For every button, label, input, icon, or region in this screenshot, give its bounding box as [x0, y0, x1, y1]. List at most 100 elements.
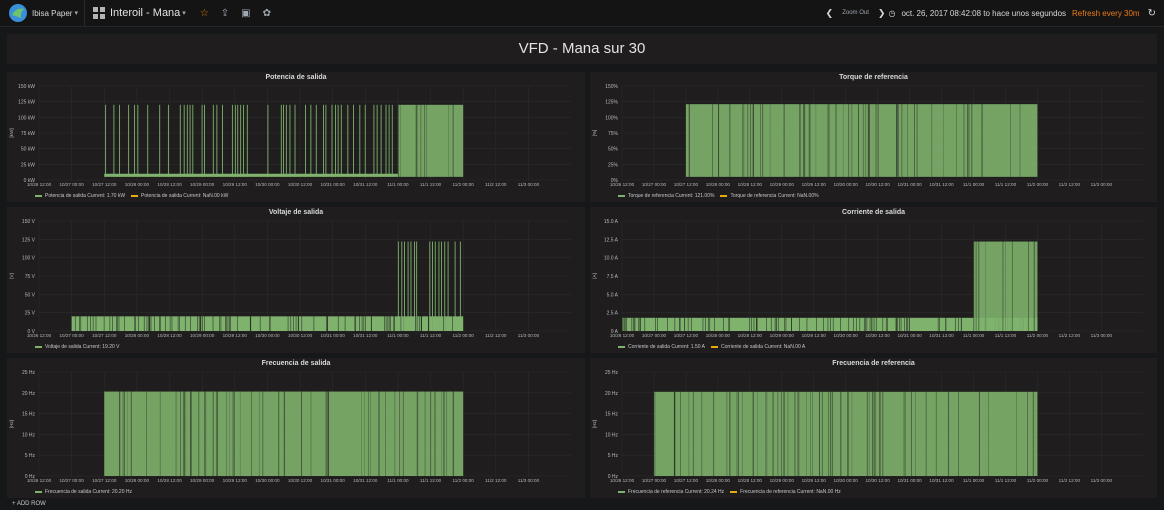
x-tick-label: 11/2 00:00 — [452, 478, 474, 483]
add-row-button[interactable]: + ADD ROW — [12, 501, 46, 507]
series-area — [104, 391, 464, 476]
settings-gear-icon[interactable]: ✿ — [263, 8, 271, 19]
graph-panel[interactable]: Torque de referencia 150% 125% 100% 75% 50% 25… — [590, 72, 1157, 202]
x-tick-label: 11/3 00:00 — [1091, 478, 1113, 483]
star-icon[interactable]: ☆ — [200, 8, 209, 19]
shift-forward-icon[interactable]: ❯ — [878, 8, 886, 19]
graph-panel[interactable]: Frecuencia de referencia 25 Hz 20 Hz 15 Hz 1… — [590, 358, 1157, 498]
y-tick-label: 10 Hz — [22, 432, 36, 438]
y-tick-label: 75% — [608, 131, 619, 137]
legend-label: Frecuencia de referencia Current: NaN.00… — [740, 489, 841, 495]
legend-item[interactable]: Voltaje de salida Current: 19.20 V — [35, 344, 120, 350]
legend-item[interactable]: Frecuencia de salida Current: 20.20 Hz — [35, 489, 132, 495]
y-tick-label: 50 kW — [21, 147, 35, 153]
x-tick-label: 10/28 00:00 — [706, 182, 731, 187]
x-tick-label: 10/29 00:00 — [770, 182, 795, 187]
time-range-label[interactable]: oct. 26, 2017 08:42:08 to hace unos segu… — [901, 9, 1066, 18]
refresh-icon[interactable]: ↻ — [1148, 8, 1156, 19]
y-tick-label: 100 V — [22, 256, 36, 262]
x-tick-label: 10/30 12:00 — [865, 478, 890, 483]
legend-swatch — [618, 346, 625, 348]
legend-label: Corriente de salida Current: 1.50 A — [628, 344, 705, 350]
x-tick-label: 10/29 00:00 — [190, 333, 215, 338]
legend-label: Frecuencia de referencia Current: 20.24 … — [628, 489, 725, 495]
graph-legend: Frecuencia de referencia Current: 20.24 … — [618, 489, 847, 495]
y-tick-label: 10.0 A — [604, 256, 619, 262]
graph-panel[interactable]: Corriente de salida 15.0 A 12.5 A 10.0 A 7.5… — [590, 207, 1157, 353]
x-tick-label: 10/28 12:00 — [157, 478, 182, 483]
caret-down-icon: ▾ — [74, 10, 78, 17]
x-tick-label: 10/31 00:00 — [321, 478, 346, 483]
x-tick-label: 11/2 00:00 — [452, 333, 474, 338]
graph-canvas[interactable]: 150 kW125 kW100 kW75 kW50 kW25 kW0 kW10/… — [7, 72, 585, 202]
x-tick-label: 11/2 12:00 — [1059, 182, 1081, 187]
legend-swatch — [35, 346, 42, 348]
x-tick-label: 11/1 00:00 — [387, 333, 409, 338]
y-axis-unit-label: [V] — [9, 273, 14, 279]
legend-item[interactable]: Frecuencia de referencia Current: 20.24 … — [618, 489, 724, 495]
y-axis-unit-label: [Hz] — [592, 420, 597, 428]
x-tick-label: 10/29 12:00 — [223, 182, 248, 187]
x-tick-label: 11/2 12:00 — [1059, 333, 1081, 338]
legend-swatch — [35, 491, 42, 493]
legend-item[interactable]: Potencia de salida Current: 1.70 kW — [35, 193, 125, 199]
y-tick-label: 25 kW — [21, 162, 35, 168]
graph-panel[interactable]: Voltaje de salida 150 V 125 V 100 V 75 V 50 V… — [7, 207, 585, 353]
legend-item[interactable]: Torque de referencia Current: NaN.00% — [720, 193, 819, 199]
caret-down-icon: ▾ — [182, 10, 186, 17]
y-tick-label: 125 V — [22, 237, 36, 243]
legend-item[interactable]: Torque de referencia Current: 121.00% — [618, 193, 714, 199]
refresh-interval-label[interactable]: Refresh every 30m — [1072, 9, 1140, 18]
x-tick-label: 11/1 12:00 — [420, 333, 442, 338]
x-tick-label: 10/28 00:00 — [706, 478, 731, 483]
graph-panel[interactable]: Frecuencia de salida 25 Hz 20 Hz 15 Hz 10 Hz… — [7, 358, 585, 498]
x-tick-label: 11/1 00:00 — [387, 478, 409, 483]
share-icon[interactable]: ⇪ — [221, 8, 229, 19]
x-tick-label: 10/27 00:00 — [642, 182, 667, 187]
x-tick-label: 11/2 00:00 — [1027, 478, 1049, 483]
x-tick-label: 10/31 12:00 — [929, 333, 954, 338]
x-tick-label: 10/29 00:00 — [770, 333, 795, 338]
graph-canvas[interactable]: 25 Hz20 Hz15 Hz10 Hz5 Hz0 Hz10/26 12:00 1… — [7, 358, 585, 498]
legend-item[interactable]: Corriente de salida Current: 1.50 A — [618, 344, 705, 350]
y-tick-label: 125 kW — [18, 100, 35, 106]
x-tick-label: 10/29 12:00 — [223, 333, 248, 338]
dashboard-picker[interactable]: Interoil - Mana ▾ — [85, 7, 194, 19]
graph-canvas[interactable]: 15.0 A12.5 A10.0 A7.5 A5.0 A2.5 A0 A10/2… — [590, 207, 1157, 353]
legend-label: Voltaje de salida Current: 19.20 V — [45, 344, 120, 350]
x-tick-label: 10/27 12:00 — [674, 182, 699, 187]
legend-item[interactable]: Frecuencia de referencia Current: NaN.00… — [730, 489, 841, 495]
graph-panel[interactable]: Potencia de salida 150 kW 125 kW 100 kW 75 k… — [7, 72, 585, 202]
y-tick-label: 5.0 A — [607, 292, 619, 298]
y-tick-label: 150 kW — [18, 84, 35, 90]
graph-canvas[interactable]: 150 V125 V100 V75 V50 V25 V0 V10/26 12:0… — [7, 207, 585, 353]
dashboard-row-header: VFD - Mana sur 30 — [7, 34, 1157, 64]
add-row-label: ADD ROW — [16, 501, 46, 507]
y-tick-label: 20 Hz — [605, 391, 619, 397]
y-tick-label: 25 V — [25, 311, 36, 317]
x-tick-label: 10/27 00:00 — [642, 478, 667, 483]
legend-label: Potencia de salida Current: NaN.00 kW — [141, 193, 229, 199]
y-tick-label: 150 V — [22, 219, 36, 225]
y-tick-label: 25 Hz — [22, 370, 36, 376]
zoom-out-button[interactable]: Zoom Out — [842, 10, 869, 16]
legend-item[interactable]: Potencia de salida Current: NaN.00 kW — [131, 193, 228, 199]
legend-item[interactable]: Corriente de salida Current: NaN.00 A — [711, 344, 805, 350]
x-tick-label: 10/31 12:00 — [929, 478, 954, 483]
x-tick-label: 10/28 12:00 — [738, 478, 763, 483]
x-tick-label: 11/3 00:00 — [518, 182, 540, 187]
legend-label: Frecuencia de salida Current: 20.20 Hz — [45, 489, 132, 495]
x-tick-label: 10/30 00:00 — [255, 333, 280, 338]
graph-canvas[interactable]: 150%125%100%75%50%25%0%10/26 12:00 10/27 … — [590, 72, 1157, 202]
save-icon[interactable]: ▣ — [241, 8, 250, 19]
x-tick-label: 10/27 12:00 — [92, 478, 117, 483]
graph-legend: Frecuencia de salida Current: 20.20 Hz — [35, 489, 138, 495]
x-tick-label: 10/31 12:00 — [353, 182, 378, 187]
org-switcher[interactable]: Ibisa Paper ▾ — [0, 0, 85, 26]
x-tick-label: 10/27 12:00 — [674, 478, 699, 483]
graph-legend: Potencia de salida Current: 1.70 kW Poten… — [35, 193, 234, 199]
graph-canvas[interactable]: 25 Hz20 Hz15 Hz10 Hz5 Hz0 Hz10/26 12:00 1… — [590, 358, 1157, 498]
y-tick-label: 50% — [608, 147, 619, 153]
x-tick-label: 10/31 00:00 — [321, 333, 346, 338]
shift-back-icon[interactable]: ❮ — [826, 8, 834, 19]
